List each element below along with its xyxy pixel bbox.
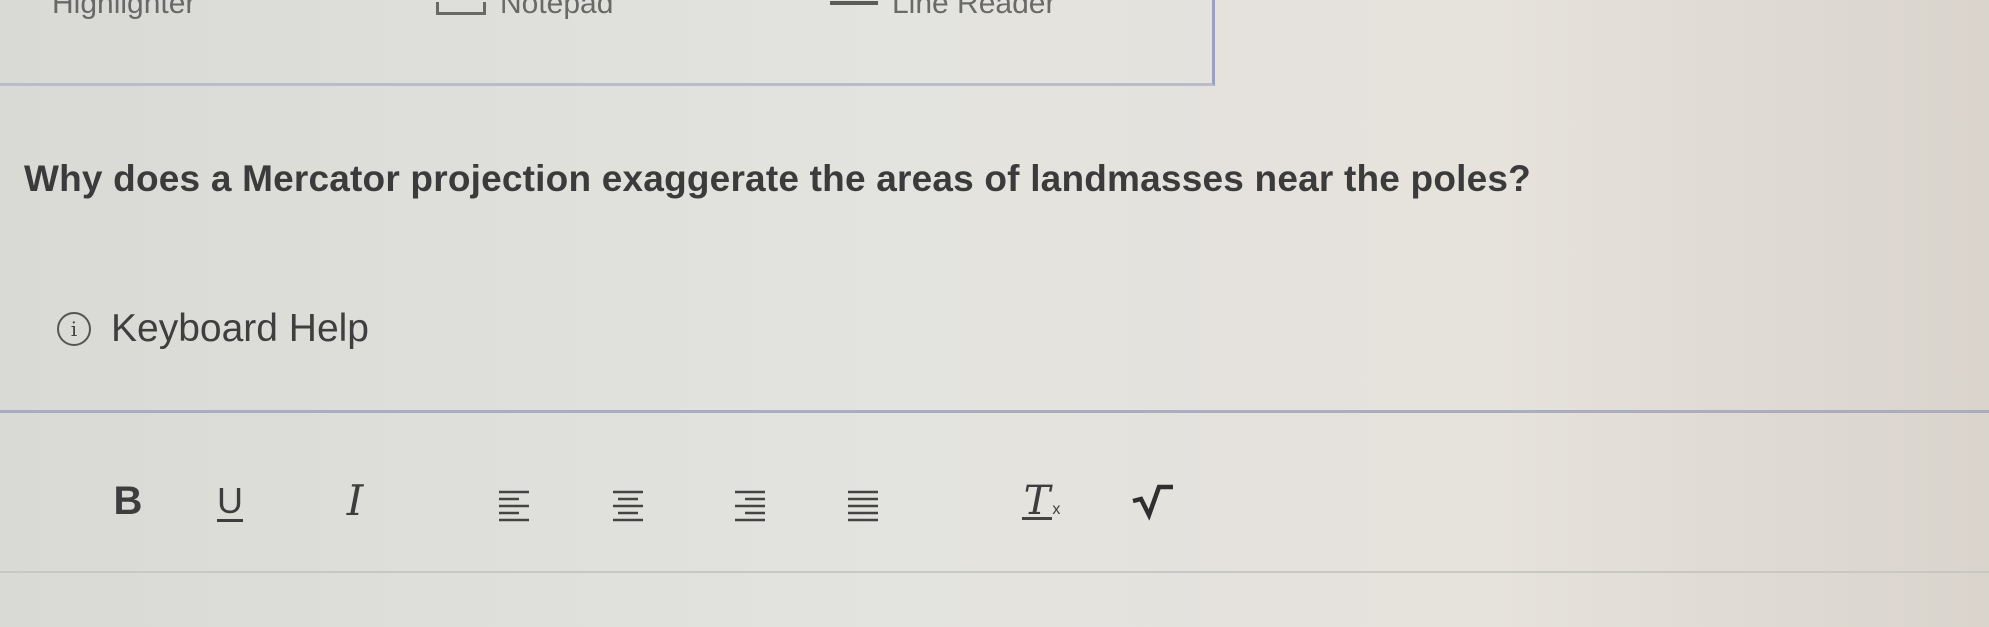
clear-formatting-button[interactable]: T x <box>1017 474 1067 528</box>
highlighter-icon <box>0 0 38 16</box>
editor-toolbar-bottom-border <box>0 571 1989 573</box>
align-left-icon <box>499 490 529 522</box>
underline-icon: U <box>217 480 243 521</box>
line-reader-icon <box>830 1 878 23</box>
align-justify-icon <box>848 490 878 522</box>
underline-button[interactable]: U <box>205 474 255 528</box>
square-root-icon <box>1132 484 1173 521</box>
align-left-button[interactable] <box>489 478 539 532</box>
align-center-button[interactable] <box>603 478 653 532</box>
italic-button[interactable]: I <box>330 474 380 528</box>
align-right-icon <box>735 490 765 522</box>
keyboard-help-link[interactable]: i Keyboard Help <box>57 307 369 351</box>
clear-formatting-icon: T <box>1021 478 1053 524</box>
question-text: Why does a Mercator projection exaggerat… <box>24 158 1531 199</box>
square-root-button[interactable] <box>1127 474 1177 528</box>
bold-icon: B <box>113 479 143 523</box>
bold-button[interactable]: B <box>103 474 153 528</box>
notepad-icon <box>436 1 486 15</box>
top-toolbar: Highlighter Notepad Line Reader <box>0 0 1215 86</box>
editor-toolbar-top-border <box>0 410 1989 413</box>
align-right-button[interactable] <box>725 478 775 532</box>
align-center-icon <box>613 490 643 522</box>
line-reader-button[interactable]: Line Reader <box>830 0 1055 20</box>
keyboard-help-label: Keyboard Help <box>111 307 369 350</box>
info-icon: i <box>57 312 91 346</box>
highlighter-button[interactable]: Highlighter <box>0 0 195 20</box>
align-justify-button[interactable] <box>838 478 888 532</box>
clear-formatting-subscript: x <box>1052 501 1061 518</box>
italic-icon: I <box>346 476 364 525</box>
notepad-button[interactable]: Notepad <box>436 0 613 20</box>
